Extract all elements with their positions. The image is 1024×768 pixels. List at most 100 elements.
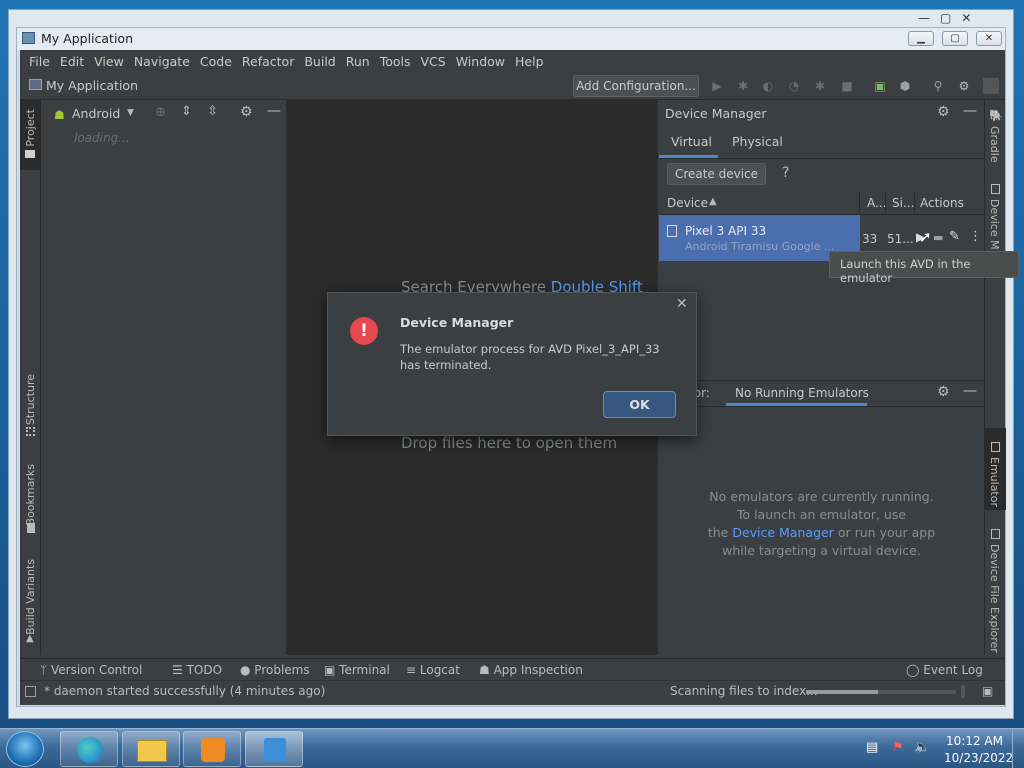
title-bar: My Application ▁ ▢ ✕ <box>17 28 1005 50</box>
device-manager-hide-icon[interactable]: — <box>963 103 977 119</box>
taskbar-edge[interactable] <box>60 731 118 767</box>
menu-refactor[interactable]: Refactor <box>237 54 299 69</box>
menu-navigate[interactable]: Navigate <box>129 54 195 69</box>
outer-minimize-icon[interactable]: — <box>918 11 930 25</box>
clock-time[interactable]: 10:12 AM <box>946 734 1003 748</box>
tab-bookmarks[interactable]: Bookmarks <box>24 464 37 525</box>
tab-version-control-label: Version Control <box>51 663 143 677</box>
tab-physical[interactable]: Physical <box>732 134 783 149</box>
breadcrumb-project[interactable]: My Application <box>46 78 138 93</box>
menu-tools[interactable]: Tools <box>375 54 416 69</box>
show-desktop-button[interactable] <box>1012 729 1024 768</box>
column-api[interactable]: A... <box>867 196 886 210</box>
add-configuration-button[interactable]: Add Configuration... <box>573 75 699 97</box>
tab-app-inspection[interactable]: ☗ App Inspection <box>479 663 583 677</box>
taskbar-media-player[interactable] <box>183 731 241 767</box>
outer-close-icon[interactable]: ✕ <box>961 11 971 25</box>
settings-gear-icon[interactable]: ⚙ <box>957 79 971 93</box>
column-device[interactable]: Device <box>667 196 708 210</box>
profile-icon[interactable]: ◔ <box>787 79 801 93</box>
emulator-hide-icon[interactable]: — <box>963 383 977 399</box>
tab-gradle[interactable]: Gradle <box>988 126 1001 163</box>
taskbar-explorer[interactable] <box>122 731 180 767</box>
menu-view[interactable]: View <box>89 54 129 69</box>
emulator-settings-icon[interactable]: ⚙ <box>937 384 950 400</box>
column-sep <box>859 191 860 215</box>
action-center-icon[interactable]: ⚑ <box>892 740 904 755</box>
edit-icon[interactable]: ✎ <box>949 229 960 244</box>
event-log-button[interactable]: ◯ Event Log <box>906 663 983 677</box>
close-button[interactable]: ✕ <box>976 31 1002 46</box>
run-icon[interactable]: ▶ <box>710 79 724 93</box>
start-button[interactable] <box>6 731 44 767</box>
menu-help[interactable]: Help <box>510 54 549 69</box>
stop-icon[interactable]: ■ <box>840 79 854 93</box>
emulator-tab-icon <box>991 442 1000 452</box>
chevron-down-icon[interactable]: ▼ <box>127 108 134 118</box>
tab-logcat[interactable]: ≡ Logcat <box>406 663 460 677</box>
tab-divider <box>659 158 984 159</box>
tab-version-control[interactable]: ᛘ Version Control <box>40 663 142 677</box>
tab-build-variants[interactable]: Build Variants <box>24 559 37 635</box>
ok-button[interactable]: OK <box>603 391 676 418</box>
coverage-icon[interactable]: ◐ <box>761 79 775 93</box>
empty-line-4: while targeting a virtual device. <box>722 543 921 558</box>
hide-panel-icon[interactable]: — <box>267 103 281 119</box>
locate-icon[interactable]: ⊕ <box>155 105 166 120</box>
more-actions-icon[interactable]: ⋮ <box>969 229 982 244</box>
menu-vcs[interactable]: VCS <box>416 54 451 69</box>
error-icon: ! <box>350 317 378 345</box>
attach-debugger-icon[interactable]: ✱ <box>813 79 827 93</box>
menu-code[interactable]: Code <box>195 54 237 69</box>
column-size[interactable]: Si... <box>892 196 914 210</box>
project-view-selector[interactable]: Android <box>72 106 120 121</box>
tab-structure[interactable]: Structure <box>24 374 37 425</box>
menu-file[interactable]: File <box>24 54 55 69</box>
sdk-manager-icon[interactable]: ⬢ <box>898 79 912 93</box>
tab-emulator[interactable]: Emulator <box>988 457 1001 507</box>
clock-date[interactable]: 10/23/2022 <box>944 751 1013 765</box>
inspection-icon: ☗ <box>479 663 494 677</box>
menu-window[interactable]: Window <box>451 54 510 69</box>
panel-settings-icon[interactable]: ⚙ <box>240 104 253 120</box>
expand-all-icon[interactable]: ⇕ <box>181 104 192 119</box>
taskbar-android-studio[interactable] <box>245 731 303 767</box>
toggle-tool-windows-icon[interactable] <box>25 686 36 697</box>
create-device-button[interactable]: Create device <box>667 163 766 185</box>
collapse-all-icon[interactable]: ⇳ <box>207 104 218 119</box>
tab-todo[interactable]: ☰ TODO <box>172 663 222 677</box>
pause-icon[interactable]: ‖ <box>960 684 966 698</box>
tab-no-running-emulators[interactable]: No Running Emulators <box>735 386 869 400</box>
notifications-icon[interactable]: ▣ <box>982 684 993 698</box>
menu-run[interactable]: Run <box>341 54 375 69</box>
volume-icon[interactable]: 🔈 <box>914 740 930 755</box>
bookmark-icon <box>27 523 35 533</box>
dialog-message: The emulator process for AVD Pixel_3_API… <box>400 342 660 372</box>
menu-edit[interactable]: Edit <box>55 54 89 69</box>
open-folder-icon[interactable]: ▬ <box>933 231 943 244</box>
search-icon[interactable]: ⚲ <box>931 79 945 93</box>
tab-terminal[interactable]: ▣ Terminal <box>324 663 390 677</box>
info-icon: ● <box>240 663 255 677</box>
minimize-button[interactable]: ▁ <box>908 31 934 46</box>
account-icon[interactable] <box>983 78 999 94</box>
menu-bar: File Edit View Navigate Code Refactor Bu… <box>20 50 1005 72</box>
device-manager-icon[interactable]: ▣ <box>873 79 887 93</box>
status-message[interactable]: * daemon started successfully (4 minutes… <box>44 684 325 698</box>
menu-build[interactable]: Build <box>299 54 340 69</box>
debug-icon[interactable]: ✱ <box>736 79 750 93</box>
tab-virtual[interactable]: Virtual <box>671 134 712 149</box>
tab-device-manager[interactable]: Device M <box>988 199 1001 250</box>
tab-problems[interactable]: ● Problems <box>240 663 310 677</box>
dialog-close-icon[interactable]: ✕ <box>676 296 688 312</box>
outer-maximize-icon[interactable]: ▢ <box>940 11 951 25</box>
maximize-button[interactable]: ▢ <box>942 31 968 46</box>
tab-device-file-explorer[interactable]: Device File Explorer <box>988 544 1001 653</box>
device-manager-link[interactable]: Device Manager <box>732 525 834 540</box>
help-icon[interactable]: ? <box>782 165 789 181</box>
column-actions[interactable]: Actions <box>920 196 964 210</box>
sort-ascending-icon: ▲ <box>709 196 717 207</box>
device-manager-settings-icon[interactable]: ⚙ <box>937 104 950 120</box>
tab-project[interactable]: Project <box>24 109 37 147</box>
network-icon[interactable]: ▤ <box>866 740 878 755</box>
